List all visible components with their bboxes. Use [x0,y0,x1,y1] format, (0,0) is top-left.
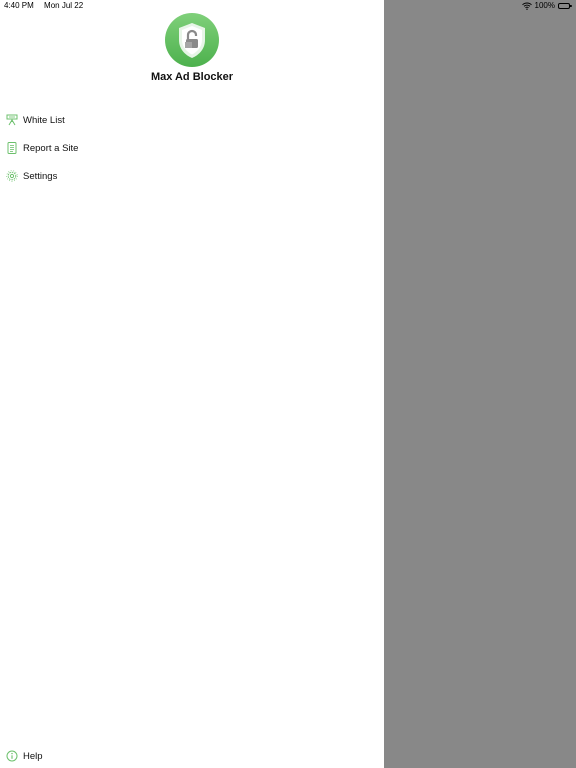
dimmed-content-overlay[interactable] [384,0,576,768]
app-logo [165,13,219,67]
menu-item-help[interactable]: Help [6,748,43,764]
side-drawer: Max Ad Blocker White List Report a Site [0,0,384,768]
menu-item-label: Report a Site [23,142,79,154]
menu-item-white-list[interactable]: White List [6,112,65,128]
battery-percent: 100% [534,1,555,10]
menu-item-label: White List [23,114,65,126]
menu-item-report-site[interactable]: Report a Site [6,140,78,156]
menu-item-label: Help [23,750,43,762]
menu-item-label: Settings [23,170,58,182]
wifi-icon [521,2,532,10]
app-title: Max Ad Blocker [150,71,234,83]
menu-item-settings[interactable]: Settings [6,168,57,184]
status-time: 4:40 PM [4,1,34,10]
battery-icon [558,2,572,9]
shield-lock-icon [165,13,219,67]
status-bar: 4:40 PM Mon Jul 22 100% [0,0,576,12]
whitelist-icon [6,114,18,126]
gear-icon [6,170,18,182]
status-date: Mon Jul 22 [44,1,84,10]
info-icon [6,750,18,762]
document-icon [6,142,18,154]
